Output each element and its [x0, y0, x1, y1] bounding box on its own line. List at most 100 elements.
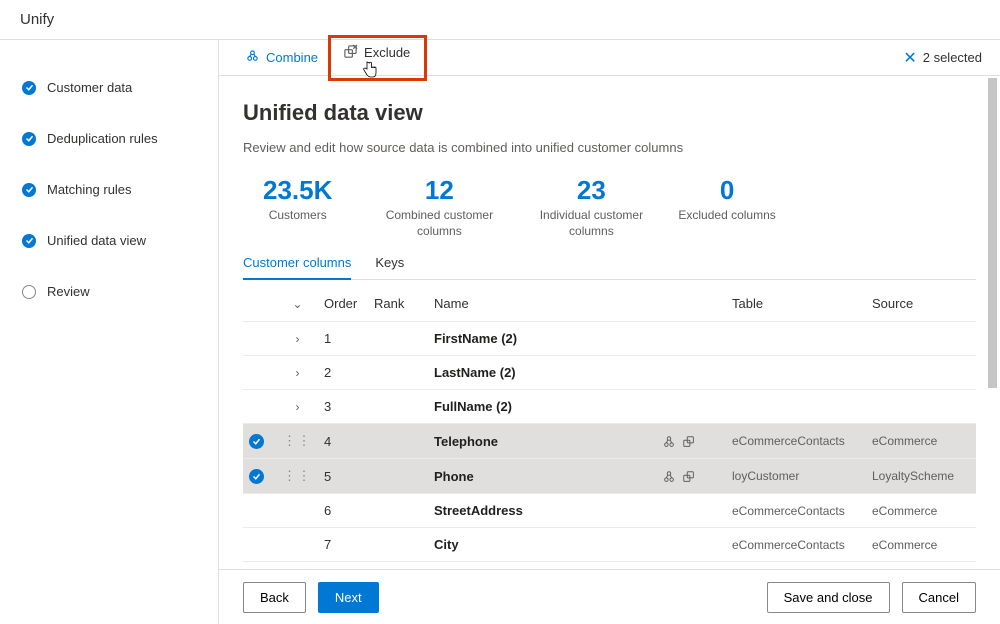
- wizard-step-4[interactable]: Review: [22, 284, 218, 299]
- chevron-right-icon[interactable]: ›: [296, 366, 300, 380]
- row-name: LastName (2): [434, 365, 516, 380]
- row-table: eCommerceContacts: [726, 528, 866, 562]
- footer-bar: Back Next Save and close Cancel: [219, 569, 1000, 624]
- row-name: Telephone: [434, 434, 498, 449]
- header-table[interactable]: Table: [726, 286, 866, 322]
- step-open-icon: [22, 285, 36, 299]
- table-row[interactable]: 8StateeCommerceContactseCommerce: [243, 562, 976, 569]
- row-name: StreetAddress: [434, 503, 523, 518]
- combine-icon[interactable]: [662, 468, 676, 483]
- stat-value: 23.5K: [243, 175, 352, 206]
- row-table: eCommerceContacts: [726, 562, 866, 569]
- row-source: [866, 322, 976, 356]
- exclude-icon[interactable]: [682, 433, 696, 448]
- stat-label: Excluded columns: [678, 208, 775, 224]
- step-label: Unified data view: [47, 233, 146, 248]
- row-source: eCommerce: [866, 424, 976, 459]
- toolbar: Combine Exclude ✕ 2 selected: [219, 40, 1000, 76]
- row-name: Phone: [434, 469, 474, 484]
- row-order: 7: [318, 528, 368, 562]
- selection-indicator[interactable]: ✕ 2 selected: [903, 48, 982, 68]
- row-table: [726, 356, 866, 390]
- row-table: eCommerceContacts: [726, 424, 866, 459]
- main-panel: Combine Exclude ✕ 2 selected Unified dat: [218, 40, 1000, 624]
- clear-selection-icon[interactable]: ✕: [903, 48, 916, 68]
- drag-handle-icon[interactable]: ⋮⋮: [283, 433, 312, 448]
- table-row[interactable]: 7CityeCommerceContactseCommerce: [243, 528, 976, 562]
- selected-count: 2 selected: [923, 50, 982, 65]
- row-order: 8: [318, 562, 368, 569]
- wizard-step-1[interactable]: Deduplication rules: [22, 131, 218, 146]
- combine-icon[interactable]: [662, 433, 676, 448]
- row-checked-icon[interactable]: [249, 434, 264, 449]
- row-order: 5: [318, 459, 368, 494]
- row-table: [726, 390, 866, 424]
- row-order: 1: [318, 322, 368, 356]
- step-done-icon: [22, 234, 36, 248]
- stat-value: 12: [374, 175, 504, 206]
- row-name: FirstName (2): [434, 331, 517, 346]
- wizard-sidebar: Customer data Deduplication rules Matching…: [0, 40, 218, 624]
- row-name: FullName (2): [434, 399, 512, 414]
- exclude-button[interactable]: Exclude: [335, 40, 418, 66]
- step-label: Review: [47, 284, 90, 299]
- header-rank[interactable]: Rank: [368, 286, 428, 322]
- step-done-icon: [22, 183, 36, 197]
- chevron-right-icon[interactable]: ›: [296, 400, 300, 414]
- tabs: Customer columns Keys: [243, 249, 976, 280]
- stat-1: 12Combined customer columns: [374, 175, 504, 239]
- table-row[interactable]: › 1 FirstName (2): [243, 322, 976, 356]
- chevron-right-icon[interactable]: ›: [296, 332, 300, 346]
- stat-label: Combined customer columns: [374, 208, 504, 239]
- combine-icon: [245, 49, 260, 67]
- scrollbar[interactable]: [986, 78, 998, 566]
- row-table: loyCustomer: [726, 459, 866, 494]
- row-source: eCommerce: [866, 528, 976, 562]
- row-source: [866, 356, 976, 390]
- expand-all-chevron[interactable]: ⌄: [292, 297, 302, 311]
- combine-button[interactable]: Combine: [237, 45, 326, 71]
- table-row[interactable]: ⋮⋮ 5 Phone loyCustomerLoyaltyScheme: [243, 459, 976, 494]
- exclude-label: Exclude: [364, 45, 410, 60]
- wizard-step-2[interactable]: Matching rules: [22, 182, 218, 197]
- table-row[interactable]: ›3FullName (2): [243, 390, 976, 424]
- step-label: Matching rules: [47, 182, 132, 197]
- row-source: [866, 390, 976, 424]
- row-checked-icon[interactable]: [249, 469, 264, 484]
- app-header: Unify: [0, 0, 1000, 40]
- stat-value: 23: [526, 175, 656, 206]
- combine-label: Combine: [266, 50, 318, 65]
- stat-2: 23Individual customer columns: [526, 175, 656, 239]
- row-order: 6: [318, 494, 368, 528]
- stat-label: Customers: [243, 208, 352, 224]
- table-body: › 1 FirstName (2) ›2LastName (2)›3FullName …: [243, 322, 976, 569]
- wizard-step-0[interactable]: Customer data: [22, 80, 218, 95]
- row-order: 4: [318, 424, 368, 459]
- row-table: [726, 322, 866, 356]
- step-label: Deduplication rules: [47, 131, 158, 146]
- tab-keys[interactable]: Keys: [375, 249, 404, 279]
- tab-customer-columns[interactable]: Customer columns: [243, 249, 351, 280]
- columns-table: ⌄ Order Rank Name Table Source › 1 FirstNa…: [243, 286, 976, 569]
- wizard-step-3[interactable]: Unified data view: [22, 233, 218, 248]
- table-row[interactable]: 6StreetAddresseCommerceContactseCommerce: [243, 494, 976, 528]
- page-title: Unified data view: [243, 100, 976, 126]
- back-button[interactable]: Back: [243, 582, 306, 613]
- cancel-button[interactable]: Cancel: [902, 582, 976, 613]
- scrollbar-thumb[interactable]: [988, 78, 997, 388]
- row-source: LoyaltyScheme: [866, 459, 976, 494]
- header-name[interactable]: Name: [428, 286, 656, 322]
- stat-0: 23.5K Customers: [243, 175, 352, 239]
- table-row[interactable]: ⋮⋮ 4 Telephone eCommerceContactseCommerce: [243, 424, 976, 459]
- exclude-icon[interactable]: [682, 468, 696, 483]
- save-and-close-button[interactable]: Save and close: [767, 582, 890, 613]
- row-table: eCommerceContacts: [726, 494, 866, 528]
- exclude-icon: [343, 44, 358, 62]
- drag-handle-icon[interactable]: ⋮⋮: [283, 468, 312, 483]
- header-order[interactable]: Order: [318, 286, 368, 322]
- step-label: Customer data: [47, 80, 132, 95]
- next-button[interactable]: Next: [318, 582, 379, 613]
- table-row[interactable]: ›2LastName (2): [243, 356, 976, 390]
- header-source[interactable]: Source: [866, 286, 976, 322]
- row-source: eCommerce: [866, 562, 976, 569]
